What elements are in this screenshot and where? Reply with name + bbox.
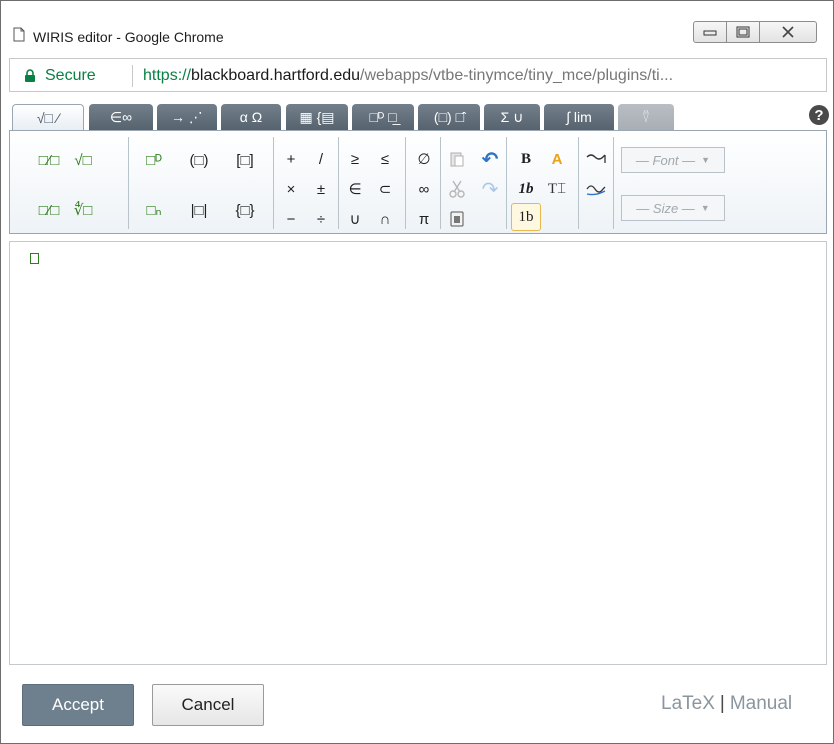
window-title: WIRIS editor - Google Chrome: [33, 29, 224, 45]
minimize-icon: [703, 30, 717, 36]
cancel-button[interactable]: Cancel: [152, 684, 264, 726]
bevelled-fraction-button[interactable]: □⁄□: [36, 198, 62, 222]
page-icon: [13, 27, 25, 42]
chevron-down-icon: ▼: [701, 155, 711, 165]
url-path: /webapps/vtbe-tinymce/tiny_mce/plugins/t…: [360, 67, 674, 84]
toolbar-divider: [405, 137, 406, 229]
cut-button[interactable]: [444, 177, 470, 201]
paste-button[interactable]: [444, 147, 470, 171]
tab-scripts[interactable]: □ᴰ □̲: [352, 104, 414, 130]
font-dropdown-label: — Font —: [635, 152, 696, 168]
undo-button[interactable]: ↶: [477, 147, 503, 171]
size-dropdown-label: — Size —: [636, 200, 695, 216]
ltr-button[interactable]: [583, 177, 609, 201]
emptyset-button[interactable]: ∅: [411, 147, 437, 171]
clipboard-icon: [450, 211, 464, 227]
close-icon: [782, 26, 794, 38]
divide-button[interactable]: ÷: [308, 207, 334, 231]
absolute-value-button[interactable]: |□|: [186, 198, 212, 222]
brackets-button[interactable]: [□]: [232, 148, 258, 172]
toolbar-divider: [273, 137, 274, 229]
footer-links: LaTeX | Manual: [661, 693, 792, 715]
tab-matrices[interactable]: ▦ {▤: [286, 104, 348, 130]
plusminus-button[interactable]: ±: [308, 177, 334, 201]
help-icon[interactable]: ?: [809, 105, 829, 125]
tab-greek[interactable]: α Ω: [221, 104, 281, 130]
bold-button[interactable]: B: [513, 147, 539, 171]
toolbar-divider: [338, 137, 339, 229]
footer-separator: |: [719, 693, 725, 714]
tab-contributed: ⍢: [618, 104, 674, 130]
size-dropdown[interactable]: — Size — ▼: [621, 195, 725, 221]
close-button[interactable]: [759, 21, 817, 43]
cut-icon: [449, 180, 465, 198]
times-button[interactable]: ×: [278, 177, 304, 201]
fraction-button[interactable]: □⁄□: [36, 148, 62, 172]
paste-icon: [450, 152, 464, 167]
tab-calculus[interactable]: ∫ lim: [544, 104, 614, 130]
title-bar: WIRIS editor - Google Chrome: [1, 1, 833, 51]
tab-bigops[interactable]: Σ ∪: [484, 104, 540, 130]
element-of-button[interactable]: ∈: [342, 177, 368, 201]
formula-editor-area[interactable]: [9, 241, 827, 665]
subset-button[interactable]: ⊂: [372, 177, 398, 201]
text-color-button[interactable]: A: [544, 147, 570, 171]
minimize-button[interactable]: [693, 21, 727, 43]
nth-root-button[interactable]: ∜□: [70, 198, 96, 222]
latex-link[interactable]: LaTeX: [661, 693, 715, 714]
url-host: blackboard.hartford.edu: [191, 67, 361, 84]
tab-symbols[interactable]: ∈∞: [89, 104, 153, 130]
font-dropdown[interactable]: — Font — ▼: [621, 147, 725, 173]
toolbar-divider: [440, 137, 441, 229]
geq-button[interactable]: ≥: [342, 147, 368, 171]
clipboard-button[interactable]: [444, 207, 470, 231]
secure-label: Secure: [45, 67, 96, 84]
tab-general[interactable]: √□ ⁄: [12, 104, 84, 130]
number-format-button[interactable]: 1b: [511, 203, 541, 231]
intersection-button[interactable]: ∩: [372, 207, 398, 231]
toolbar-divider: [578, 137, 579, 229]
sqrt-button[interactable]: √□: [70, 148, 96, 172]
address-divider: [132, 65, 133, 87]
chevron-down-icon: ▼: [700, 203, 710, 213]
maximize-icon: [736, 26, 750, 38]
lock-icon: [25, 69, 35, 82]
ltr-icon: [586, 185, 606, 196]
braces-button[interactable]: {□}: [232, 198, 258, 222]
italic-button[interactable]: 1b: [513, 177, 539, 201]
url-text[interactable]: https://blackboard.hartford.edu/webapps/…: [143, 67, 823, 85]
url-scheme: https://: [143, 67, 192, 84]
maximize-button[interactable]: [726, 21, 760, 43]
leq-button[interactable]: ≤: [372, 147, 398, 171]
slash-button[interactable]: /: [308, 147, 334, 171]
minus-button[interactable]: −: [278, 207, 304, 231]
parentheses-button[interactable]: (□): [186, 148, 212, 172]
rtl-icon: [586, 154, 606, 163]
text-mode-button[interactable]: T⌶: [544, 177, 570, 201]
input-placeholder-box[interactable]: [30, 253, 39, 264]
toolbar-divider: [613, 137, 614, 229]
wiris-editor-window: WIRIS editor - Google Chrome Secure http…: [0, 0, 834, 744]
plus-button[interactable]: +: [278, 147, 304, 171]
toolbar-divider: [506, 137, 507, 229]
union-button[interactable]: ∪: [342, 207, 368, 231]
superscript-button[interactable]: □ᴰ: [141, 148, 167, 172]
rtl-button[interactable]: [583, 147, 609, 171]
tab-decorations[interactable]: (□) □̂: [418, 104, 480, 130]
accept-button[interactable]: Accept: [22, 684, 134, 726]
subscript-button[interactable]: □ₙ: [141, 198, 167, 222]
toolbar-divider: [128, 137, 129, 229]
infinity-button[interactable]: ∞: [411, 177, 437, 201]
redo-button[interactable]: ↷: [477, 177, 503, 201]
tab-arrows[interactable]: → ⋰: [157, 104, 217, 130]
pi-button[interactable]: π: [411, 207, 437, 231]
manual-link[interactable]: Manual: [730, 693, 792, 714]
